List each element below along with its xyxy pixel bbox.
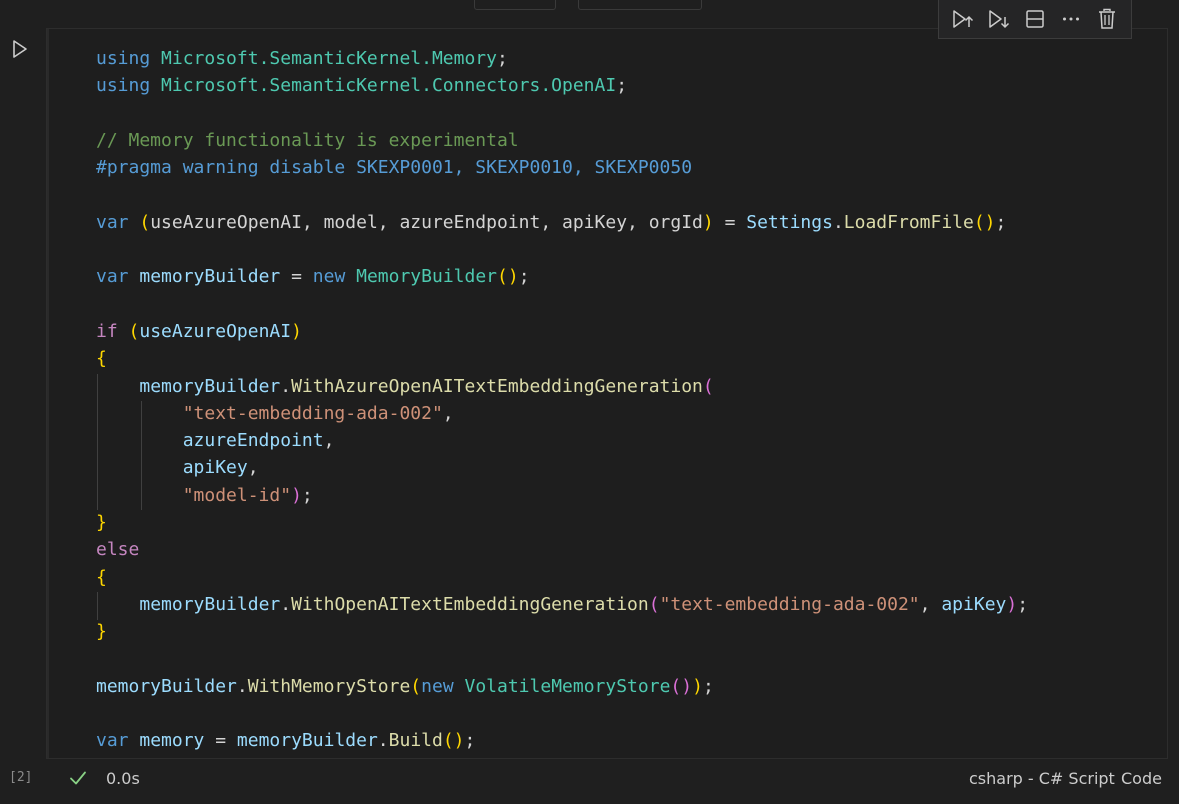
split-cell-button[interactable] — [1021, 5, 1049, 33]
execution-time: 0.0s — [106, 769, 140, 788]
editor-focus-border — [47, 29, 49, 758]
code-line-19: else — [96, 539, 140, 561]
check-icon — [68, 768, 88, 792]
code-line-16: apiKey, — [182, 457, 259, 479]
execute-above-button[interactable] — [949, 5, 977, 33]
language-picker[interactable]: csharp - C# Script — [969, 769, 1115, 788]
run-cell-button[interactable] — [9, 38, 31, 60]
cell-status-bar: [2] 0.0s csharp - C# Script Code — [0, 764, 1179, 794]
code-line-2: using Microsoft.SemanticKernel.Connector… — [96, 75, 628, 97]
code-line-20: { — [96, 566, 107, 588]
code-line-12: { — [96, 348, 107, 370]
code-line-14: "text-embedding-ada-002", — [182, 402, 454, 424]
code-line-21: memoryBuilder.WithOpenAITextEmbeddingGen… — [139, 593, 1029, 615]
code-line-22: } — [96, 621, 107, 643]
code-line-17: "model-id"); — [182, 484, 313, 506]
delete-cell-button[interactable] — [1093, 5, 1121, 33]
code-line-4: // Memory functionality is experimental — [96, 129, 519, 151]
execution-count: [2] — [9, 770, 33, 785]
execute-below-button[interactable] — [985, 5, 1013, 33]
code-line-26: var memory = memoryBuilder.Build(); — [96, 730, 476, 752]
code-line-5: #pragma warning disable SKEXP0001, SKEXP… — [96, 157, 693, 179]
split-cell-icon — [1026, 10, 1044, 28]
more-actions-button[interactable] — [1057, 5, 1085, 33]
code-line-1: using Microsoft.SemanticKernel.Memory; — [96, 48, 508, 69]
code-line-9: var memoryBuilder = new MemoryBuilder(); — [96, 266, 530, 288]
top-tab-stub[interactable] — [474, 0, 556, 10]
code-line-13: memoryBuilder.WithAzureOpenAITextEmbeddi… — [139, 375, 714, 397]
top-tab-stub[interactable] — [578, 0, 702, 10]
code-line-24: memoryBuilder.WithMemoryStore(new Volati… — [96, 675, 714, 697]
play-icon — [13, 40, 27, 58]
delete-cell-icon — [1099, 8, 1115, 29]
cell-toolbar — [938, 0, 1132, 39]
code-line-11: if (useAzureOpenAI) — [96, 320, 302, 342]
more-actions-icon — [1063, 17, 1079, 21]
execute-below-icon — [989, 10, 1010, 29]
code-line-15: azureEndpoint, — [182, 430, 335, 452]
code-line-7: var (useAzureOpenAI, model, azureEndpoin… — [96, 211, 1007, 233]
notebook-cell: using Microsoft.SemanticKernel.Memory; us… — [0, 0, 1179, 804]
execute-above-icon — [953, 10, 974, 28]
cell-kind-label[interactable]: Code — [1121, 769, 1162, 788]
code-content[interactable]: using Microsoft.SemanticKernel.Memory; us… — [96, 45, 1028, 755]
code-line-18: } — [96, 512, 107, 534]
